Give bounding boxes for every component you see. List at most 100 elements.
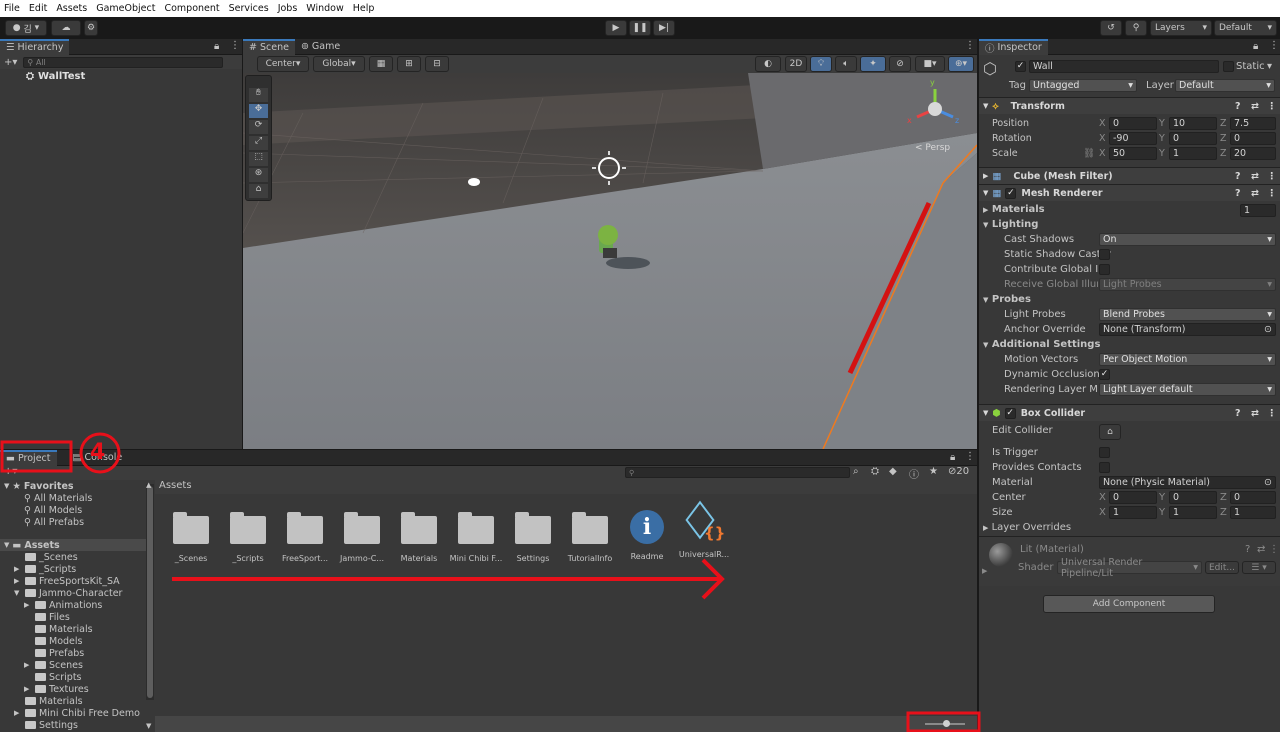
menu-assets[interactable]: Assets — [56, 3, 87, 14]
menu-help[interactable]: Help — [353, 3, 375, 14]
menu-component[interactable]: Component — [164, 3, 219, 14]
tree-item[interactable]: ▶ Textures — [0, 683, 146, 695]
tree-item-all-prefabs[interactable]: ⚲ All Prefabs — [0, 516, 146, 528]
transform-tool-icon[interactable]: ⊛ — [249, 168, 268, 182]
pause-button[interactable]: ❚❚ — [629, 20, 651, 36]
asset-readme[interactable]: i Readme — [619, 510, 675, 561]
menu-window[interactable]: Window — [306, 3, 343, 14]
size-z-field[interactable]: 1 — [1230, 506, 1276, 519]
snap-increment-button[interactable]: ⊞ — [397, 56, 421, 72]
kebab-menu-icon[interactable]: ⋮ — [1267, 101, 1277, 112]
materials-count-field[interactable]: 1 — [1240, 204, 1276, 217]
shader-dropdown[interactable]: Universal Render Pipeline/Lit ▾ — [1057, 557, 1202, 579]
tree-item[interactable]: ▶ Scenes — [0, 659, 146, 671]
scene-viewport[interactable]: y x z < Persp ✋︎ ✥ ⟳ ⤢ ⬚ ⊛ ⌂ — [243, 73, 977, 449]
scale-y-field[interactable]: 1 — [1169, 147, 1217, 160]
position-z-field[interactable]: 7.5 — [1230, 117, 1276, 130]
kebab-menu-icon[interactable]: ⋮ — [1269, 544, 1279, 555]
history-button[interactable]: ↺ — [1100, 20, 1122, 36]
tab-scene[interactable]: # Scene — [243, 38, 295, 55]
scale-z-field[interactable]: 20 — [1230, 147, 1276, 160]
info-icon[interactable]: ⓘ — [909, 466, 919, 481]
kebab-menu-icon[interactable]: ⋮ — [1269, 40, 1279, 51]
foldout-arrow-icon[interactable]: ▶ — [24, 661, 32, 669]
kebab-menu-icon[interactable]: ⋮ — [1267, 188, 1277, 199]
filter-type-icon[interactable]: ⛭ — [871, 466, 879, 477]
help-icon[interactable]: ? — [1235, 101, 1241, 112]
lock-icon[interactable]: 🔒︎ — [214, 41, 219, 52]
menu-services[interactable]: Services — [229, 3, 269, 14]
help-icon[interactable]: ? — [1245, 544, 1250, 555]
tree-scrollbar[interactable] — [146, 484, 154, 700]
dynamic-occlusion-checkbox[interactable]: ✓ — [1099, 369, 1110, 380]
edit-collider-button[interactable]: ⌂ — [1099, 424, 1121, 440]
foldout-arrow-icon[interactable]: ▶ — [24, 685, 32, 693]
contribute-gi-checkbox[interactable] — [1099, 264, 1110, 275]
lighting-foldout[interactable]: ▼ Lighting — [983, 219, 1038, 230]
asset-scenes[interactable]: _Scenes — [163, 510, 219, 563]
tree-item[interactable]: _Scenes — [0, 551, 146, 563]
foldout-arrow-icon[interactable]: ▶ — [14, 577, 22, 585]
object-picker-icon[interactable]: ⊙ — [1264, 477, 1272, 488]
draw-mode-dropdown[interactable]: ◐ — [755, 56, 781, 72]
tree-item[interactable]: Materials — [0, 623, 146, 635]
mesh-filter-header[interactable]: ▶ ▦ Cube (Mesh Filter) ? ⇄ ⋮ — [979, 167, 1280, 184]
tree-item-all-models[interactable]: ⚲ All Models — [0, 504, 146, 516]
preset-icon[interactable]: ⇄ — [1251, 101, 1259, 112]
help-icon[interactable]: ? — [1235, 171, 1241, 182]
physic-material-field[interactable]: None (Physic Material) ⊙ — [1099, 476, 1276, 489]
provides-contacts-checkbox[interactable] — [1099, 462, 1110, 473]
grid-visibility-button[interactable]: ⊟ — [425, 56, 449, 72]
hidden-objects-toggle[interactable]: ⊘ — [889, 56, 911, 72]
preset-icon[interactable]: ⇄ — [1257, 544, 1265, 555]
mesh-renderer-header[interactable]: ▼ ▦ ✓ Mesh Renderer ? ⇄ ⋮ — [979, 184, 1280, 201]
step-button[interactable]: ▶| — [653, 20, 675, 36]
cloud-button[interactable]: ☁ — [51, 20, 81, 36]
tree-scrollbar-thumb[interactable] — [147, 486, 153, 698]
box-collider-header[interactable]: ▼ ⬢ ✓ Box Collider ? ⇄ ⋮ — [979, 404, 1280, 421]
effects-toggle[interactable]: ✦ — [860, 56, 886, 72]
link-icon[interactable]: ⛓ — [1083, 148, 1095, 159]
chevron-down-icon[interactable]: ▾ — [1267, 61, 1272, 72]
tag-dropdown[interactable]: Untagged ▾ — [1029, 79, 1137, 92]
anchor-override-field[interactable]: None (Transform) ⊙ — [1099, 323, 1276, 336]
tree-item[interactable]: Settings — [0, 719, 146, 731]
center-z-field[interactable]: 0 — [1230, 491, 1276, 504]
size-x-field[interactable]: 1 — [1109, 506, 1157, 519]
tree-item[interactable]: ▶ Mini Chibi Free Demo — [0, 707, 146, 719]
edit-shader-button[interactable]: Edit... — [1205, 561, 1239, 574]
asset-settings[interactable]: Settings — [505, 510, 561, 563]
center-x-field[interactable]: 0 — [1109, 491, 1157, 504]
static-checkbox[interactable] — [1223, 61, 1234, 72]
tree-item[interactable]: Models — [0, 635, 146, 647]
active-checkbox[interactable]: ✓ — [1015, 61, 1026, 72]
gizmos-dropdown[interactable]: ⊕▾ — [948, 56, 974, 72]
hidden-packages-icon[interactable]: ⊘20 — [948, 466, 969, 477]
star-icon[interactable]: ★ — [929, 466, 938, 477]
chevron-down-icon[interactable]: ▼ — [146, 722, 151, 730]
zoom-slider-thumb[interactable] — [943, 720, 950, 727]
camera-settings-dropdown[interactable]: ■▾ — [915, 56, 945, 72]
rotate-tool-icon[interactable]: ⟳ — [249, 120, 268, 134]
foldout-arrow-icon[interactable]: ▶ — [14, 565, 22, 573]
tab-inspector[interactable]: ⓘ Inspector — [979, 38, 1048, 55]
lock-icon[interactable]: 🔒︎ — [1253, 41, 1258, 52]
rendering-layer-dropdown[interactable]: Light Layer default ▾ — [1099, 383, 1276, 396]
menu-gameobject[interactable]: GameObject — [96, 3, 155, 14]
asset-tutorialinfo[interactable]: TutorialInfo — [562, 510, 618, 563]
help-icon[interactable]: ? — [1235, 188, 1241, 199]
add-icon[interactable]: +▾ — [4, 466, 17, 477]
rotation-z-field[interactable]: 0 — [1230, 132, 1276, 145]
position-x-field[interactable]: 0 — [1109, 117, 1157, 130]
custom-tool-icon[interactable]: ⌂ — [249, 184, 268, 198]
foldout-arrow-icon[interactable]: ▶ — [14, 709, 22, 717]
kebab-menu-icon[interactable]: ⋮ — [230, 40, 240, 51]
kebab-menu-icon[interactable]: ⋮ — [1267, 171, 1277, 182]
pivot-dropdown[interactable]: Center ▾ — [257, 56, 309, 72]
tree-item[interactable]: Scripts — [0, 671, 146, 683]
tree-item[interactable]: ▶ FreeSportsKit_SA — [0, 575, 146, 587]
asset-freesports[interactable]: FreeSport... — [277, 510, 333, 563]
lighting-toggle[interactable]: 💡︎ — [810, 56, 832, 72]
search-by-type-icon[interactable]: ⌕ — [853, 466, 859, 477]
project-search-input[interactable]: ⚲ — [625, 467, 850, 478]
